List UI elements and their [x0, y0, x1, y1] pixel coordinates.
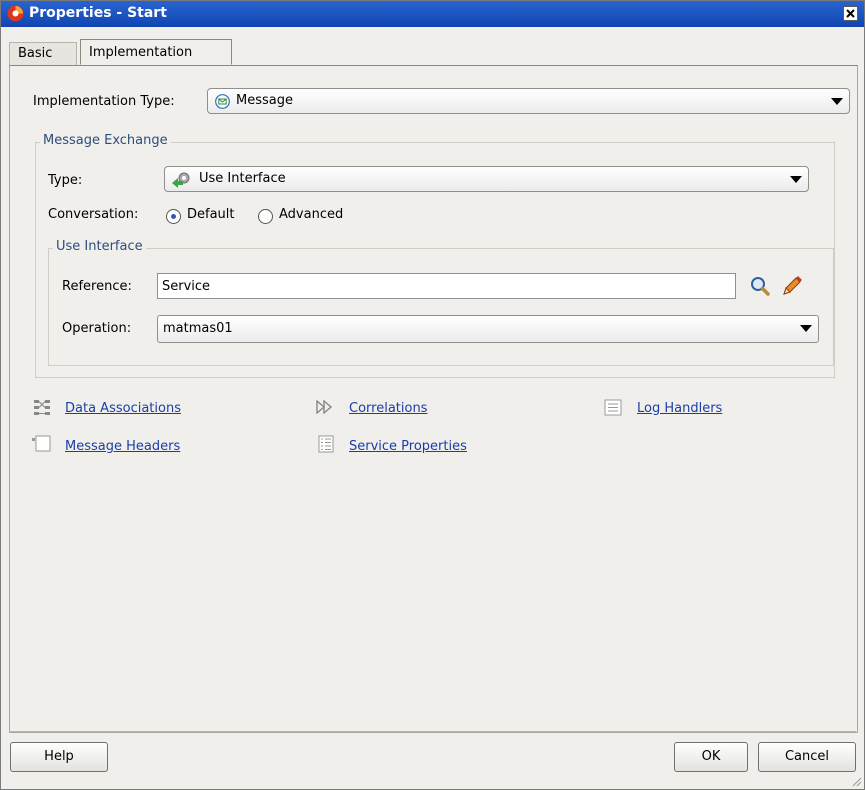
data-associations-link[interactable]: Data Associations [65, 401, 181, 416]
search-icon[interactable] [749, 275, 771, 297]
implementation-type-select[interactable]: Message [207, 88, 850, 114]
close-button[interactable] [843, 6, 858, 21]
implementation-type-label: Implementation Type: [33, 94, 175, 109]
operation-label: Operation: [62, 321, 132, 336]
reference-field[interactable] [157, 273, 736, 299]
tab-content-implementation: Implementation Type: Message Message Exc… [9, 65, 858, 733]
service-properties-link[interactable]: Service Properties [349, 439, 467, 454]
chevron-down-icon [831, 98, 843, 105]
conversation-default-label[interactable]: Default [187, 207, 235, 222]
use-interface-group: Use Interface Reference: Operation: matm… [48, 239, 834, 366]
tab-basic[interactable]: Basic [9, 42, 77, 65]
edit-icon[interactable] [780, 274, 804, 298]
chevron-down-icon [800, 325, 812, 332]
conversation-label: Conversation: [48, 207, 139, 222]
correlations-link[interactable]: Correlations [349, 401, 427, 416]
app-icon [7, 5, 24, 22]
properties-dialog: Properties - Start Basic Implementation … [0, 0, 865, 790]
message-exchange-group: Message Exchange Type: Use Interface Con… [35, 133, 835, 378]
message-headers-icon [32, 435, 51, 452]
conversation-advanced-radio[interactable] [258, 209, 273, 224]
cancel-button[interactable]: Cancel [758, 742, 856, 772]
message-exchange-legend: Message Exchange [40, 133, 171, 148]
title-bar[interactable]: Properties - Start [1, 1, 864, 27]
resize-grip-icon[interactable] [850, 775, 862, 787]
correlations-icon [316, 400, 333, 414]
reference-input[interactable] [158, 274, 735, 298]
operation-select[interactable]: matmas01 [157, 315, 819, 343]
gear-interface-icon [172, 172, 190, 188]
implementation-type-value: Message [236, 93, 293, 108]
bottom-separator [9, 731, 856, 732]
chevron-down-icon [790, 176, 802, 183]
radio-selected-dot [171, 214, 176, 219]
message-headers-link[interactable]: Message Headers [65, 439, 180, 454]
ok-button[interactable]: OK [674, 742, 748, 772]
help-button[interactable]: Help [10, 742, 108, 772]
reference-label: Reference: [62, 279, 132, 294]
log-handlers-link[interactable]: Log Handlers [637, 401, 722, 416]
type-value: Use Interface [199, 171, 286, 186]
close-icon [846, 9, 855, 18]
window-title: Properties - Start [29, 5, 167, 21]
type-label: Type: [48, 173, 83, 188]
data-associations-icon [34, 400, 50, 415]
conversation-advanced-label[interactable]: Advanced [279, 207, 343, 222]
message-envelope-icon [215, 94, 230, 109]
service-properties-icon [318, 435, 334, 453]
type-select[interactable]: Use Interface [164, 166, 809, 192]
log-handlers-icon [604, 399, 622, 416]
use-interface-legend: Use Interface [53, 239, 146, 254]
operation-value: matmas01 [163, 321, 233, 336]
conversation-default-radio[interactable] [166, 209, 181, 224]
tab-implementation[interactable]: Implementation [80, 39, 232, 65]
